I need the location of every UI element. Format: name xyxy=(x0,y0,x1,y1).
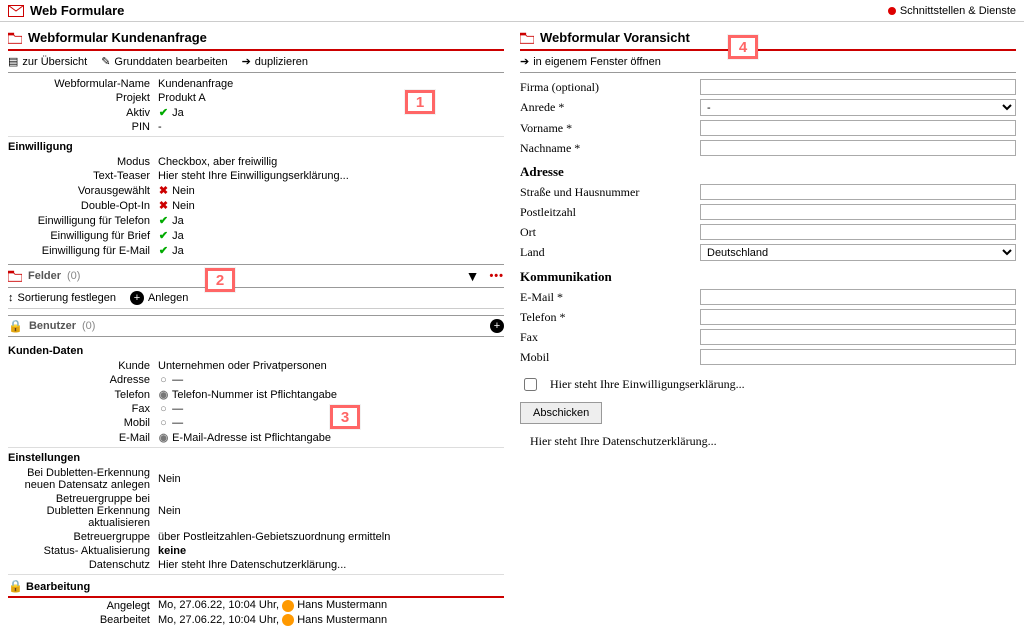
plus-icon: + xyxy=(130,291,144,305)
email-input[interactable] xyxy=(700,289,1016,305)
more-icon[interactable]: ••• xyxy=(489,270,504,282)
bearb-heading: 🔒 Bearbeitung xyxy=(8,574,504,598)
pencil-icon: ✎ xyxy=(101,55,110,68)
check-icon: ✔ xyxy=(158,244,169,257)
left-panel-title: Webformular Kundenanfrage xyxy=(8,26,504,51)
folder-icon xyxy=(8,270,22,282)
arrow-right-icon: ➔ xyxy=(520,55,529,68)
mail-icon xyxy=(8,5,24,17)
check-icon: ✔ xyxy=(158,229,169,242)
cross-icon: ✖ xyxy=(158,184,169,197)
einst-heading: Einstellungen xyxy=(8,447,504,466)
record-icon xyxy=(888,7,896,15)
top-bar: Web Formulare Schnittstellen & Dienste xyxy=(0,0,1024,22)
user-icon xyxy=(282,600,294,612)
lock-icon: 🔒 xyxy=(8,579,23,593)
annotation-marker-4: 4 xyxy=(728,35,758,59)
fax-input[interactable] xyxy=(700,329,1016,345)
plz-input[interactable] xyxy=(700,204,1016,220)
open-window-button[interactable]: ➔ in eigenem Fenster öffnen xyxy=(520,55,661,68)
right-toolbar: ➔ in eigenem Fenster öffnen xyxy=(520,51,1016,73)
kunden-heading: Kunden-Daten xyxy=(8,341,504,359)
dot-icon: ◉ xyxy=(158,431,169,444)
land-select[interactable]: Deutschland xyxy=(700,244,1016,261)
sort-button[interactable]: ↕Sortierung festlegen xyxy=(8,292,116,304)
folder-icon xyxy=(520,31,534,45)
check-icon: ✔ xyxy=(158,106,169,119)
consent-row: Hier steht Ihre Einwilligungserklärung..… xyxy=(520,367,1016,402)
felder-section: Felder (0) ▼ ••• xyxy=(8,264,504,288)
user-icon xyxy=(282,614,294,626)
adresse-heading: Adresse xyxy=(520,158,1016,182)
add-user-button[interactable]: + xyxy=(490,319,504,333)
arrow-right-icon: ➔ xyxy=(242,55,251,68)
benutzer-section: 🔒 Benutzer (0) + xyxy=(8,315,504,337)
consent-checkbox[interactable] xyxy=(524,378,537,391)
annotation-marker-3: 3 xyxy=(330,405,360,429)
add-button[interactable]: +Anlegen xyxy=(130,291,188,305)
mobil-input[interactable] xyxy=(700,349,1016,365)
submit-button[interactable]: Abschicken xyxy=(520,402,602,424)
sort-icon: ↕ xyxy=(8,292,14,304)
consent-heading: Einwilligung xyxy=(8,136,504,155)
komm-heading: Kommunikation xyxy=(520,263,1016,287)
privacy-text: Hier steht Ihre Datenschutzerklärung... xyxy=(520,424,1016,449)
left-toolbar: ▤ zur Übersicht ✎ Grunddaten bearbeiten … xyxy=(8,51,504,73)
page-title: Web Formulare xyxy=(30,3,124,18)
overview-button[interactable]: ▤ zur Übersicht xyxy=(8,55,87,68)
anrede-select[interactable]: - xyxy=(700,99,1016,116)
lock-icon: 🔒 xyxy=(8,319,23,333)
nachname-input[interactable] xyxy=(700,140,1016,156)
duplicate-button[interactable]: ➔ duplizieren xyxy=(242,55,308,68)
annotation-marker-2: 2 xyxy=(205,268,235,292)
dot-icon: ◉ xyxy=(158,388,169,401)
annotation-marker-1: 1 xyxy=(405,90,435,114)
top-right-label: Schnittstellen & Dienste xyxy=(900,5,1016,17)
left-column: Webformular Kundenanfrage ▤ zur Übersich… xyxy=(0,22,512,631)
telefon-input[interactable] xyxy=(700,309,1016,325)
vorname-input[interactable] xyxy=(700,120,1016,136)
cross-icon: ✖ xyxy=(158,199,169,212)
folder-icon xyxy=(8,31,22,45)
ort-input[interactable] xyxy=(700,224,1016,240)
top-right-link[interactable]: Schnittstellen & Dienste xyxy=(888,5,1016,17)
filter-icon[interactable]: ▼ xyxy=(466,268,480,284)
felder-toolbar: ↕Sortierung festlegen +Anlegen xyxy=(8,288,504,309)
right-column: Webformular Voransicht ➔ in eigenem Fens… xyxy=(512,22,1024,631)
list-icon: ▤ xyxy=(8,55,18,68)
edit-button[interactable]: ✎ Grunddaten bearbeiten xyxy=(101,55,227,68)
right-panel-title: Webformular Voransicht xyxy=(520,26,1016,51)
firma-input[interactable] xyxy=(700,79,1016,95)
strasse-input[interactable] xyxy=(700,184,1016,200)
check-icon: ✔ xyxy=(158,214,169,227)
